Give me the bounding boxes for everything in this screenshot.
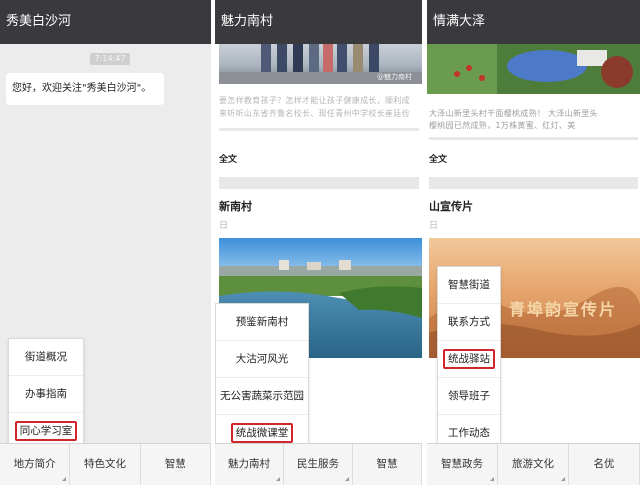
menu-item-local-intro[interactable]: 地方简介 [0,444,71,485]
chat-screen-nancun: 魅力南村 @魅力南村 要怎样教育孩子？怎样才能让孩子健康成长，顺利成 来听听山东… [215,0,422,485]
submenu-item-vegetable-park[interactable]: 无公害蔬菜示范园 [216,378,308,415]
submenu-item-contact[interactable]: 联系方式 [438,304,500,341]
divider-bar [219,128,419,131]
submenu-indicator-icon [345,477,349,481]
menu-item-culture[interactable]: 特色文化 [70,444,141,485]
bottom-menu-bar: 地方简介 特色文化 智慧 [0,443,211,485]
submenu-popup: 街道概况 办事指南 同心学习室 [8,338,84,451]
article-summary-line: 要怎样教育孩子？怎样才能让孩子健康成长，顺利成 [219,96,410,105]
submenu-popup: 预鉴新南村 大沽河风光 无公害蔬菜示范园 统战微课堂 [215,303,309,453]
submenu-item-smart-street[interactable]: 智慧街道 [438,267,500,304]
chat-screen-daze: 情满大泽 大泽山新里头村干面樱桃成熟！ 大泽山新里头 樱桃园已然成熟，1万株黄蜜… [427,0,640,485]
photo-watermark: @魅力南村 [377,73,412,81]
article-summary-line: 大泽山新里头村干面樱桃成熟！ 大泽山新里头 [429,109,598,118]
menu-item-charm-nancun[interactable]: 魅力南村 [215,444,284,485]
bottom-menu-bar: 魅力南村 民生服务 智慧 [215,443,422,485]
article-date: 日 [219,221,229,231]
article-summary-line: 来听听山东省齐鲁名校长、现任青州中学校长崔廷俭 [219,109,410,118]
submenu-item-new-nancun[interactable]: 预鉴新南村 [216,304,308,341]
menu-item-tourism[interactable]: 旅游文化 [498,444,569,485]
menu-item-famous[interactable]: 名优 [569,444,640,485]
account-title: 魅力南村 [215,0,422,44]
article-title[interactable]: 山宣传片 [429,198,473,214]
message-timestamp: 7:14:47 [90,53,130,65]
submenu-item-street-overview[interactable]: 街道概况 [9,339,83,376]
chat-screen-baishahe: 秀美白沙河 7:14:47 您好，欢迎关注"秀美白沙河"。 街道概况 办事指南 … [0,0,211,485]
welcome-message-bubble: 您好，欢迎关注"秀美白沙河"。 [6,73,164,105]
menu-item-smart[interactable]: 智慧 [141,444,211,485]
submenu-indicator-icon [490,477,494,481]
submenu-item-service-guide[interactable]: 办事指南 [9,376,83,413]
account-title: 情满大泽 [427,0,640,44]
separator-band [429,177,638,189]
menu-item-smart-gov[interactable]: 智慧政务 [427,444,498,485]
menu-item-smart[interactable]: 智慧 [353,444,422,485]
cherry-scene-graphic [427,44,640,94]
account-title: 秀美白沙河 [0,0,211,44]
menu-item-livelihood[interactable]: 民生服务 [284,444,353,485]
submenu-popup: 智慧街道 联系方式 统战驿站 领导班子 工作动态 [437,266,501,453]
read-full-text-link[interactable]: 全文 [429,152,447,165]
submenu-item-river-scenery[interactable]: 大沽河风光 [216,341,308,378]
banner-title-text: 青埠韵宣传片 [509,300,618,319]
article-title[interactable]: 新南村 [219,198,252,214]
read-full-text-link[interactable]: 全文 [219,152,237,165]
submenu-item-united-front-station[interactable]: 统战驿站 [438,341,500,378]
divider-bar [429,137,638,140]
separator-band [219,177,419,189]
cherry-picking-photo[interactable] [427,44,640,94]
article-date: 日 [429,221,439,231]
article-summary-line: 樱桃园已然成熟，1万株黄蜜、红灯、美 [429,121,576,130]
submenu-indicator-icon [561,477,565,481]
bottom-menu-bar: 智慧政务 旅游文化 名优 [427,443,640,485]
submenu-item-leadership[interactable]: 领导班子 [438,378,500,415]
submenu-indicator-icon [276,477,280,481]
submenu-indicator-icon [62,477,67,481]
